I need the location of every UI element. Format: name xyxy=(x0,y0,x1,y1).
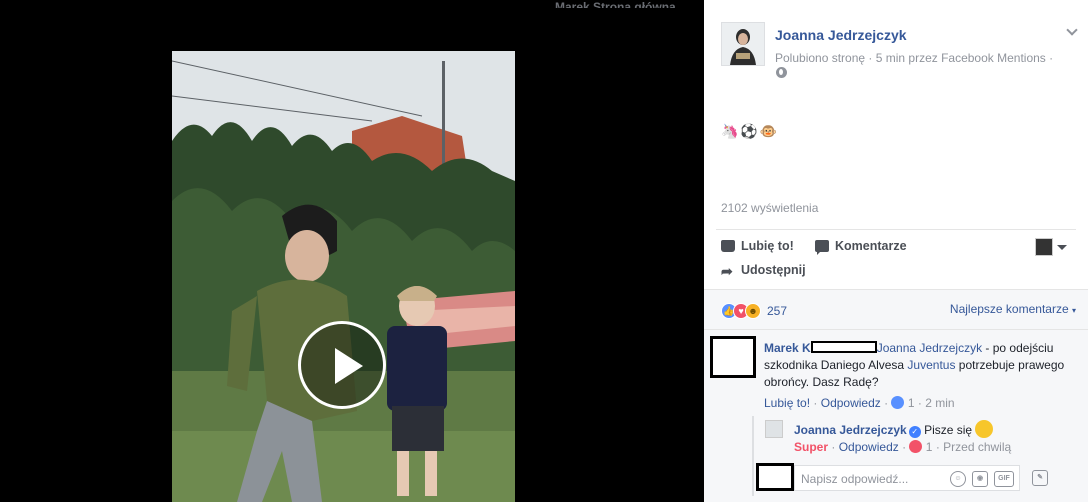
comment-like-count[interactable]: 1 xyxy=(908,396,915,410)
viewer-reply-avatar xyxy=(756,463,794,491)
comment-button[interactable]: Komentarze xyxy=(815,239,907,255)
comments-section: 👍 ♥ ☻ 257 Najlepsze komentarze ▾ Marek K Joa… xyxy=(704,289,1088,502)
post-text: 🦄⚽🐵 xyxy=(721,123,780,139)
comment-mention[interactable]: Joanna Jedrzejczyk xyxy=(877,341,982,355)
comment-time[interactable]: 2 min xyxy=(925,396,954,410)
like-label: Lubię to! xyxy=(741,239,794,253)
reactions-summary[interactable]: 👍 ♥ ☻ 257 xyxy=(721,302,787,320)
reply-text: Pisze się xyxy=(924,423,973,437)
gif-icon[interactable]: GIF xyxy=(994,471,1014,487)
comment-sort-dropdown[interactable]: Najlepsze komentarze ▾ xyxy=(950,302,1076,316)
comment-link[interactable]: Juventus xyxy=(907,358,955,372)
facebook-theater-view: Marek Strona główna Joanna Jedrzejczyk P… xyxy=(0,0,1088,502)
redacted-name xyxy=(810,341,877,353)
divider xyxy=(716,229,1076,230)
share-button[interactable]: ➦ Udostępnij xyxy=(721,263,806,279)
comment-author[interactable]: Marek K xyxy=(764,341,811,355)
comment-body: Marek K Joanna Jedrzejczyk - po odejściu … xyxy=(764,340,1076,391)
post-meta: Polubiono stronę · 5 min przez Facebook … xyxy=(775,51,1054,65)
background-header-strip: Marek Strona główna xyxy=(555,0,676,8)
divider xyxy=(704,329,1088,330)
reply-author-avatar[interactable] xyxy=(765,420,783,438)
sort-label: Najlepsze komentarze xyxy=(949,302,1069,316)
verified-badge-icon: ✓ xyxy=(908,426,921,438)
commenter-avatar[interactable] xyxy=(710,336,756,378)
thumbs-up-icon xyxy=(721,240,735,252)
reaction-count: 257 xyxy=(767,303,788,318)
sticker-icon[interactable]: ✎ xyxy=(1032,470,1048,486)
post-side-panel: Joanna Jedrzejczyk Polubiono stronę · 5 … xyxy=(704,0,1088,502)
video-area: Marek Strona główna xyxy=(0,0,704,502)
reply-time[interactable]: Przed chwilą xyxy=(943,440,1011,454)
caret-down-icon: ▾ xyxy=(1071,306,1076,315)
emoji-icon[interactable]: ☺ xyxy=(950,471,966,487)
globe-icon xyxy=(776,67,787,78)
smiley-emoji-icon xyxy=(975,420,994,438)
reply-composer[interactable]: ☺ ◉ GIF xyxy=(794,465,1020,491)
post-author-link[interactable]: Joanna Jedrzejczyk xyxy=(775,27,907,43)
page-avatar[interactable] xyxy=(721,22,765,66)
caret-down-icon[interactable] xyxy=(1057,245,1067,250)
like-reaction-icon xyxy=(891,396,905,409)
reply-reply-link[interactable]: Odpowiedz xyxy=(839,440,899,454)
reply-like-count[interactable]: 1 xyxy=(926,440,933,454)
camera-icon[interactable]: ◉ xyxy=(972,471,988,487)
video-player[interactable] xyxy=(172,51,515,502)
reply-body: Joanna Jedrzejczyk ✓ Pisze się xyxy=(794,420,1074,439)
reply-input[interactable] xyxy=(801,471,941,487)
comment-actions: Lubię to! · Odpowiedz · 1 · 2 min xyxy=(764,396,955,410)
play-button[interactable] xyxy=(298,321,386,409)
comment-like-link[interactable]: Lubię to! xyxy=(764,396,810,410)
comment-reply-link[interactable]: Odpowiedz xyxy=(821,396,881,410)
reply-thread-line xyxy=(752,416,754,496)
video-frame xyxy=(172,51,515,502)
avatar-image xyxy=(722,23,764,65)
view-count: 2102 wyświetlenia xyxy=(721,201,819,215)
love-reaction-icon xyxy=(909,440,923,453)
haha-reaction-icon: ☻ xyxy=(745,302,761,319)
share-arrow-icon: ➦ xyxy=(721,263,733,279)
reply-author[interactable]: Joanna Jedrzejczyk xyxy=(794,423,907,437)
reply-reaction-link[interactable]: Super xyxy=(794,440,828,454)
viewer-avatar[interactable] xyxy=(1035,238,1053,256)
comment-icon xyxy=(815,240,829,255)
like-button[interactable]: Lubię to! xyxy=(721,239,794,253)
share-label: Udostępnij xyxy=(741,263,806,277)
chevron-down-icon[interactable] xyxy=(1066,24,1078,36)
reply-actions: Super · Odpowiedz · 1 · Przed chwilą xyxy=(794,440,1012,454)
comment-label: Komentarze xyxy=(835,239,907,253)
